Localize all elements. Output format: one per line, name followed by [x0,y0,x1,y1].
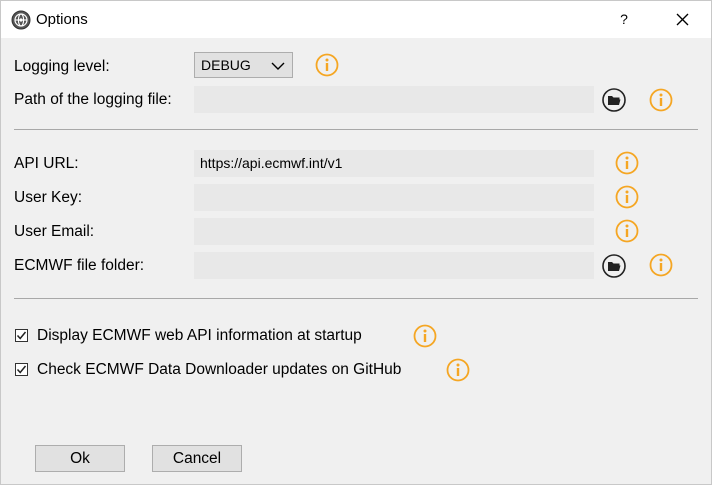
logging-level-info-icon[interactable] [315,53,339,77]
user-email-info-icon[interactable] [615,219,639,243]
user-key-info-icon[interactable] [615,185,639,209]
logging-level-label: Logging level: [14,58,110,75]
check-updates-checkbox[interactable] [15,363,28,376]
user-email-field[interactable] [194,218,594,245]
options-dialog: Options ? Logging level: DEBUG Path of t… [0,0,712,485]
separator [14,298,698,299]
ecmwf-folder-info-icon[interactable] [649,253,673,277]
close-icon [676,13,689,26]
folder-open-icon[interactable] [602,254,626,278]
ok-button[interactable]: Ok [35,445,125,472]
ecmwf-folder-field[interactable] [194,252,594,279]
chevron-down-icon [271,62,285,70]
check-updates-info-icon[interactable] [446,358,470,382]
title-bar: Options ? [1,1,711,38]
api-url-label: API URL: [14,155,79,172]
user-email-label: User Email: [14,223,95,240]
window-title: Options [36,11,88,28]
logging-level-value: DEBUG [201,57,251,73]
user-key-field[interactable] [194,184,594,211]
logging-path-field[interactable] [194,86,594,113]
logging-path-label: Path of the logging file: [14,91,172,108]
logging-path-info-icon[interactable] [649,88,673,112]
user-key-label: User Key: [14,189,83,206]
globe-gear-icon [11,10,31,30]
cancel-button[interactable]: Cancel [152,445,242,472]
help-button[interactable]: ? [603,1,645,38]
folder-open-icon[interactable] [602,88,626,112]
logging-level-select[interactable]: DEBUG [194,52,293,78]
close-button[interactable] [661,1,705,38]
check-updates-label[interactable]: Check ECMWF Data Downloader updates on G… [37,361,401,379]
ecmwf-folder-label: ECMWF file folder: [14,257,145,274]
separator [14,129,698,130]
display-info-label[interactable]: Display ECMWF web API information at sta… [37,327,362,345]
display-info-info-icon[interactable] [413,324,437,348]
checkmark-icon [16,365,27,374]
api-url-info-icon[interactable] [615,151,639,175]
display-info-checkbox[interactable] [15,329,28,342]
api-url-field[interactable] [194,150,594,177]
checkmark-icon [16,331,27,340]
